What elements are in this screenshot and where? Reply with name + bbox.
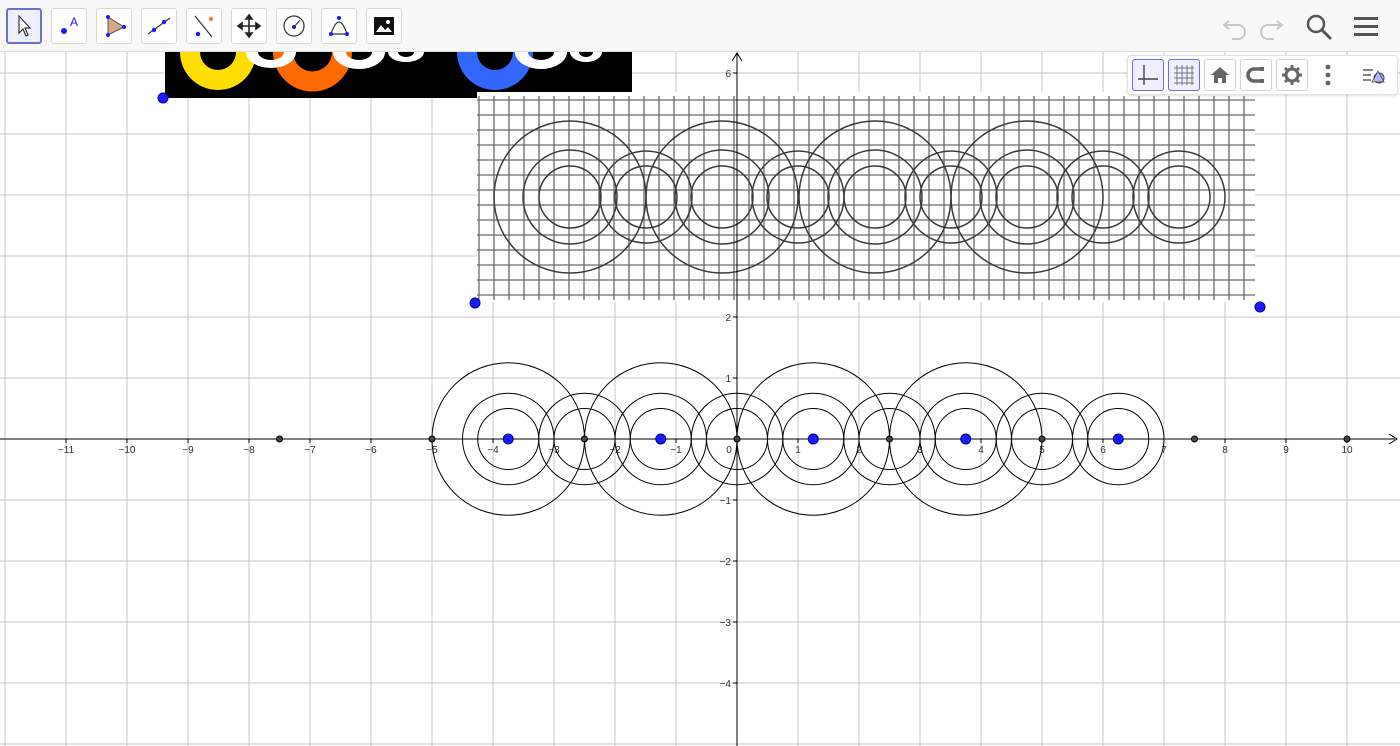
move-view-tool[interactable]: [231, 8, 267, 44]
more-options-icon: [1325, 64, 1331, 86]
y-tick-label: −2: [720, 557, 732, 568]
search-button[interactable]: [1302, 10, 1336, 44]
perpendicular-line-icon: [194, 15, 214, 38]
point-with-label-icon: A: [61, 15, 78, 34]
x-tick-label: −6: [365, 445, 377, 456]
conic-icon: [329, 16, 349, 36]
polygon-icon: [106, 15, 126, 37]
undo-icon: [1222, 20, 1246, 40]
settings-icon: [1282, 65, 1302, 85]
x-tick-label: 8: [1222, 445, 1228, 456]
axis-point[interactable]: [1191, 435, 1198, 443]
axis-point[interactable]: [428, 435, 436, 443]
axis-point[interactable]: [886, 435, 893, 443]
insert-image-icon: [374, 17, 394, 35]
move-graphics-view-icon: [236, 13, 262, 39]
settings-button[interactable]: [1276, 59, 1308, 91]
conic-tool[interactable]: [321, 8, 357, 44]
x-tick-label: −4: [487, 445, 499, 456]
x-tick-label: 6: [1100, 445, 1106, 456]
line-through-points-icon: [147, 17, 171, 35]
search-icon: [1306, 14, 1333, 41]
algebra-view-toggle-button[interactable]: [1358, 59, 1390, 91]
home-icon: [1211, 67, 1229, 83]
y-tick-label: −3: [720, 618, 732, 629]
x-axis: [0, 433, 1398, 445]
point-capturing-icon: [1246, 67, 1264, 83]
y-tick-label: 2: [725, 313, 731, 324]
x-tick-label: 9: [1283, 445, 1289, 456]
point-capturing-button[interactable]: [1240, 59, 1272, 91]
standard-view-button[interactable]: [1204, 59, 1236, 91]
perpendicular-tool[interactable]: [186, 8, 222, 44]
center-point[interactable]: [1112, 433, 1124, 445]
x-tick-label: −9: [182, 445, 194, 456]
main-menu-button[interactable]: [1349, 10, 1383, 44]
origin-label: 0: [726, 445, 732, 456]
x-tick-label: −10: [119, 445, 136, 456]
center-point[interactable]: [807, 433, 819, 445]
x-tick-label: −8: [243, 445, 255, 456]
axes-toggle-icon: [1138, 65, 1158, 85]
x-tick-label: 4: [978, 445, 984, 456]
image-corner-point[interactable]: [157, 92, 169, 104]
x-tick-label: −7: [304, 445, 316, 456]
cursor-arrow-icon: [18, 14, 32, 37]
line-tool[interactable]: [141, 8, 177, 44]
grid-toggle-icon: [1174, 65, 1194, 85]
point-tool[interactable]: A: [51, 8, 87, 44]
inserted-image-grid-sketch[interactable]: [477, 92, 1255, 302]
x-tick-label: 1: [795, 445, 801, 456]
more-options-button[interactable]: [1312, 59, 1344, 91]
algebra-view-toggle-icon: [1363, 69, 1385, 84]
svg-text:A: A: [70, 15, 78, 29]
axis-point[interactable]: [276, 435, 283, 443]
move-tool[interactable]: [6, 8, 42, 44]
circle-with-center-icon: [283, 15, 305, 37]
axis-point[interactable]: [733, 435, 741, 443]
y-tick-label: −1: [720, 496, 732, 507]
image-corner-point[interactable]: [1254, 301, 1266, 313]
x-tick-label: −1: [670, 445, 682, 456]
toolbar: A: [0, 0, 1400, 52]
y-tick-label: −4: [720, 679, 732, 690]
polygon-tool[interactable]: [96, 8, 132, 44]
axes-toggle-button[interactable]: [1132, 59, 1164, 91]
y-tick-label: 1: [725, 374, 731, 385]
axis-point[interactable]: [1038, 435, 1046, 443]
redo-button[interactable]: [1254, 10, 1288, 44]
image-corner-point[interactable]: [469, 297, 481, 309]
undo-button[interactable]: [1218, 10, 1252, 44]
grid-toggle-button[interactable]: [1168, 59, 1200, 91]
axis-point[interactable]: [581, 435, 588, 443]
inserted-image-colored-rings[interactable]: [165, 52, 632, 98]
center-point[interactable]: [502, 433, 514, 445]
circle-tool[interactable]: [276, 8, 312, 44]
image-tool[interactable]: [366, 8, 402, 44]
center-point[interactable]: [655, 433, 667, 445]
y-tick-label: 6: [725, 69, 731, 80]
center-point[interactable]: [960, 433, 972, 445]
graphics-view[interactable]: −11 −10 −9 −8 −7 −6 −5 −4 −3 −2 −1 0 1 2…: [0, 0, 1400, 746]
axis-point[interactable]: [1343, 435, 1351, 443]
x-tick-label: 10: [1341, 445, 1353, 456]
x-tick-label: −11: [58, 445, 75, 456]
menu-icon: [1354, 17, 1378, 36]
graphics-style-bar: [1127, 55, 1398, 95]
redo-icon: [1260, 20, 1284, 40]
